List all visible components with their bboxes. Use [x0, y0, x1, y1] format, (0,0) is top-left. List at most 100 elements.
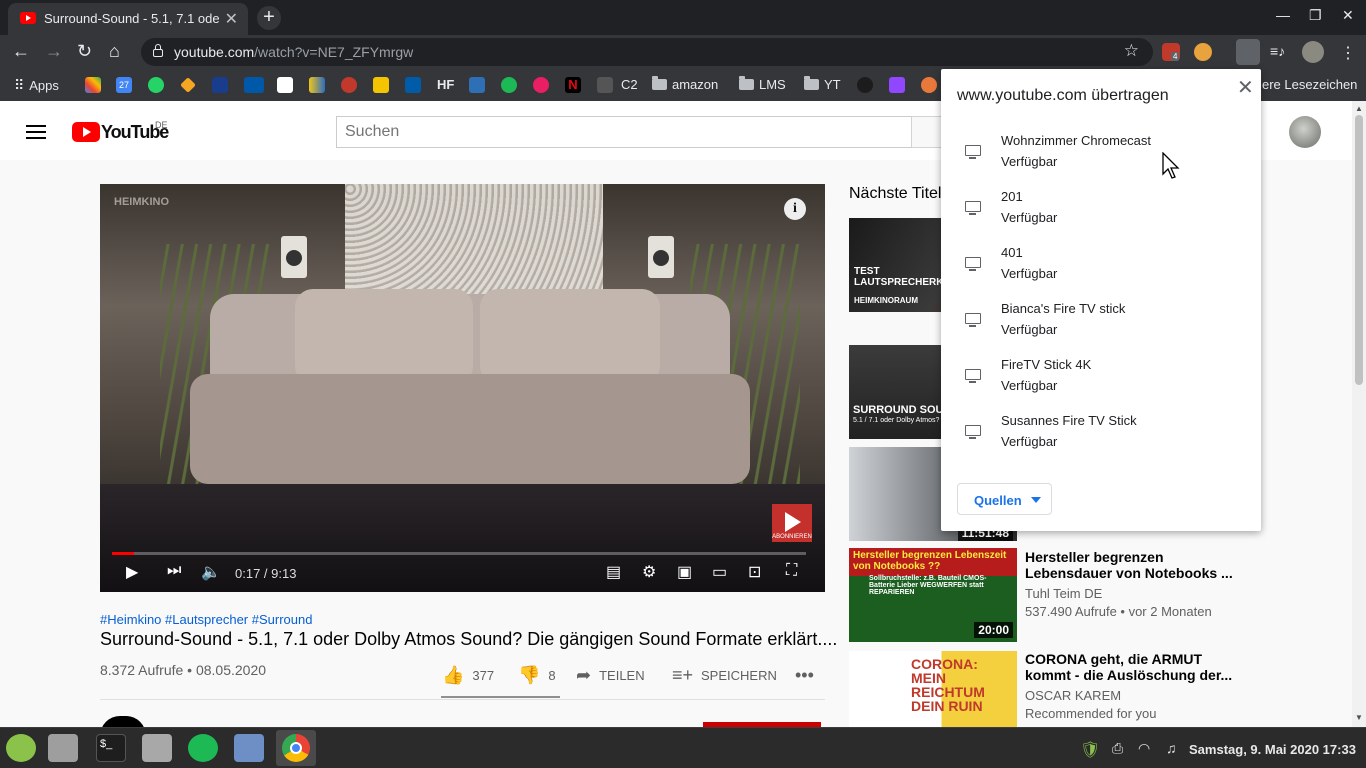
miniplayer-icon[interactable]: ▣ — [677, 562, 692, 582]
related-video-title[interactable]: CORONA geht, die ARMUT kommt - die Auslö… — [1025, 651, 1235, 683]
clock[interactable]: Samstag, 9. Mai 2020 17:33 — [1189, 742, 1356, 757]
browser-tab-active[interactable]: Surround-Sound - 5.1, 7.1 oder Dolby Atm… — [8, 3, 248, 35]
scroll-down-icon[interactable]: ▼ — [1355, 713, 1363, 722]
user-avatar[interactable] — [1289, 116, 1321, 148]
forward-icon[interactable]: → — [45, 41, 63, 62]
bookmark-hf[interactable]: HF — [437, 77, 454, 92]
related-video-channel[interactable]: OSCAR KAREM — [1025, 688, 1121, 703]
play-icon[interactable]: ▶ — [126, 562, 138, 582]
share-button[interactable]: ➦ TEILEN — [576, 665, 645, 686]
cast-device[interactable]: Bianca's Fire TV stick Verfügbar — [941, 301, 1261, 351]
volume-icon[interactable]: 🔈 — [201, 562, 221, 582]
new-tab-button[interactable]: + — [257, 6, 281, 30]
related-video-thumbnail[interactable]: Hersteller begrenzen Lebenszeit von Note… — [849, 548, 1017, 642]
bank-bookmark-icon[interactable] — [405, 77, 421, 93]
sources-dropdown-button[interactable]: Quellen — [957, 483, 1052, 515]
twitch-bookmark-icon[interactable] — [889, 77, 905, 93]
bookmark-apps[interactable]: ⠿ Apps — [14, 77, 59, 94]
dislike-button[interactable]: 👎 8 — [518, 665, 556, 686]
show-desktop-icon[interactable] — [48, 734, 78, 762]
scrollbar-thumb[interactable] — [1355, 115, 1363, 385]
related-video-title[interactable]: Hersteller begrenzen Lebensdauer von Not… — [1025, 549, 1235, 581]
maximize-icon[interactable]: ❐ — [1309, 7, 1322, 24]
wikipedia-bookmark-icon[interactable] — [277, 77, 293, 93]
bookmark-red-icon[interactable] — [341, 77, 357, 93]
bookmark-flag-icon[interactable] — [309, 77, 325, 93]
profile-avatar[interactable] — [1302, 41, 1324, 63]
bookmark-orange-icon[interactable] — [921, 77, 937, 93]
next-icon[interactable]: ⏭ — [167, 562, 181, 580]
netflix-bookmark-icon[interactable]: N — [565, 77, 581, 93]
spotify-bookmark-icon[interactable] — [501, 77, 517, 93]
calendar-bookmark-icon[interactable]: 27 — [116, 77, 132, 93]
save-button[interactable]: ≡+ SPEICHERN — [672, 665, 777, 686]
google-bookmark-icon[interactable] — [85, 77, 101, 93]
bookmark-yellow-icon[interactable] — [373, 77, 389, 93]
monitor-icon — [965, 425, 981, 439]
cast-device[interactable]: Wohnzimmer Chromecast Verfügbar — [941, 133, 1261, 183]
search-input[interactable] — [336, 116, 912, 148]
bookmark-amazon[interactable]: amazon — [652, 76, 719, 92]
tab-close-icon[interactable]: ✕ — [225, 9, 238, 29]
cast-device[interactable]: 201 Verfügbar — [941, 189, 1261, 239]
printer-icon[interactable]: ⎙ — [1112, 740, 1123, 757]
cast-icon[interactable]: ⊡ — [748, 562, 761, 582]
related-video-channel[interactable]: Tuhl Teim DE — [1025, 586, 1102, 601]
media-control-icon[interactable]: ≡♪ — [1270, 43, 1288, 61]
bookmark-yt[interactable]: YT — [804, 76, 841, 92]
device-status: Verfügbar — [1001, 210, 1058, 225]
cast-extension-icon[interactable] — [1236, 39, 1260, 65]
bookmark-diamond-icon[interactable] — [180, 77, 196, 93]
spotify-icon[interactable] — [188, 734, 218, 762]
bookmark-gear-icon[interactable] — [469, 77, 485, 93]
bookmark-label: amazon — [672, 77, 719, 92]
whatsapp-bookmark-icon[interactable] — [148, 77, 164, 93]
video-player[interactable]: HEIMKINO i ABONNIEREN ▶ ⏭ 🔈 0:17 / 9:13 … — [100, 184, 825, 592]
owl-extension-icon[interactable] — [1194, 43, 1212, 61]
bookmark-pink-icon[interactable] — [533, 77, 549, 93]
files-folder-icon[interactable] — [142, 734, 172, 762]
theater-mode-icon[interactable]: ▭ — [712, 562, 727, 582]
progress-bar[interactable] — [112, 552, 806, 555]
shield-check-icon[interactable]: 🛡 — [1080, 740, 1100, 760]
info-icon[interactable]: i — [784, 198, 806, 220]
bookmark-gray-icon[interactable] — [597, 77, 613, 93]
subtitles-icon[interactable]: ▤ — [606, 562, 621, 582]
scroll-up-icon[interactable]: ▲ — [1355, 104, 1363, 113]
bookmark-blue-icon[interactable] — [212, 77, 228, 93]
page-scrollbar[interactable]: ▲ ▼ — [1352, 101, 1366, 727]
bookmark-star-icon[interactable]: ☆ — [1124, 41, 1139, 61]
other-bookmarks[interactable]: ere Lesezeichen — [1262, 77, 1357, 92]
youtube-logo-icon[interactable] — [72, 122, 100, 142]
reload-icon[interactable]: ↻ — [77, 41, 92, 62]
linux-mint-menu-icon[interactable] — [6, 734, 36, 762]
like-button[interactable]: 👍 377 — [442, 665, 494, 686]
window-close-icon[interactable]: ✕ — [1342, 7, 1354, 24]
browser-menu-icon[interactable]: ⋮ — [1340, 43, 1358, 62]
related-video-thumbnail[interactable]: CORONA: MEIN REICHTUM DEIN RUIN — [849, 651, 1017, 727]
tumblr-bookmark-icon[interactable] — [857, 77, 873, 93]
subscribe-watermark-button[interactable]: ABONNIEREN — [772, 504, 812, 542]
hashtags[interactable]: #Heimkino #Lautsprecher #Surround — [100, 612, 312, 627]
wd-bookmark-icon[interactable] — [244, 77, 264, 93]
menu-icon[interactable] — [26, 125, 46, 139]
home-icon[interactable]: ⌂ — [109, 41, 120, 62]
address-bar[interactable]: youtube.com/watch?v=NE7_ZFYmrgw ☆ — [141, 38, 1153, 66]
chrome-taskbar-button[interactable] — [276, 730, 316, 766]
cast-device[interactable]: Susannes Fire TV Stick Verfügbar — [941, 413, 1261, 463]
bookmark-c2[interactable]: C2 — [621, 77, 638, 92]
back-icon[interactable]: ← — [12, 41, 30, 62]
settings-gear-icon[interactable]: ⚙ — [642, 562, 656, 582]
terminal-icon[interactable]: $_ — [96, 734, 126, 762]
adblock-extension-icon[interactable]: 4 — [1162, 43, 1180, 61]
music-note-icon[interactable]: ♫ — [1166, 740, 1177, 756]
mail-icon[interactable] — [234, 734, 264, 762]
more-actions-icon[interactable]: ••• — [795, 665, 814, 686]
cast-device[interactable]: 401 Verfügbar — [941, 245, 1261, 295]
wifi-icon[interactable]: ◠ — [1138, 740, 1150, 757]
fullscreen-icon[interactable]: ⛶ — [786, 562, 797, 580]
cast-close-icon[interactable]: ✕ — [1237, 75, 1254, 100]
bookmark-lms[interactable]: LMS — [739, 76, 786, 92]
minimize-icon[interactable]: — — [1276, 7, 1290, 23]
cast-device[interactable]: FireTV Stick 4K Verfügbar — [941, 357, 1261, 407]
